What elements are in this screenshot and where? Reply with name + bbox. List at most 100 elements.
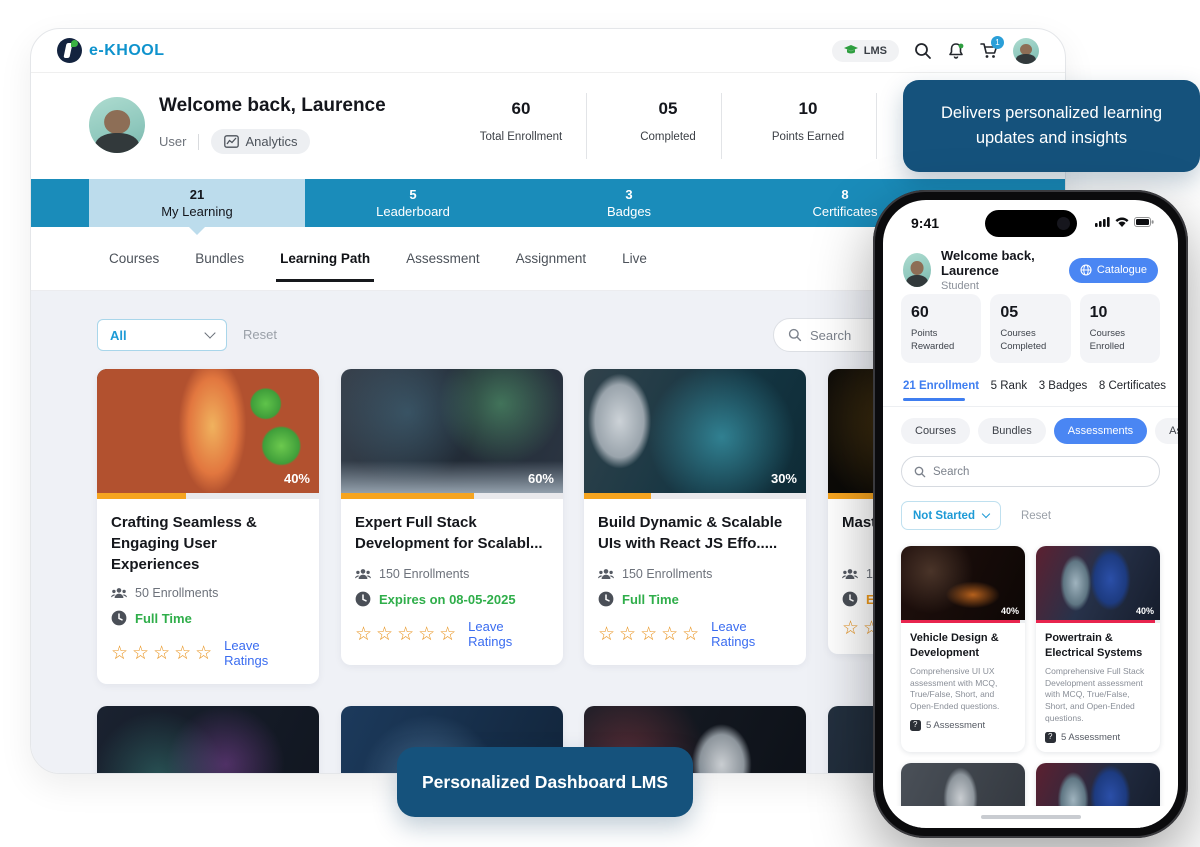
progress-percentage: 30% — [771, 471, 797, 486]
course-card[interactable]: 60% Expert Full Stack Development for Sc… — [341, 369, 563, 665]
phone-tab-rank[interactable]: 5 Rank — [991, 380, 1027, 401]
assessment-thumbnail: 40% — [1036, 546, 1160, 620]
cart-icon[interactable]: 1 — [980, 42, 998, 60]
phone-stat-enrolled: 10 Courses Enrolled — [1080, 294, 1160, 363]
phone-welcome-header: Welcome back, Laurence Student Catalogue — [903, 248, 1158, 292]
stat-label: Points Earned — [743, 131, 873, 143]
assessment-description: Comprehensive Full Stack Development ass… — [1045, 666, 1151, 725]
phone-tab-certificates[interactable]: 8 Certificates — [1099, 380, 1166, 401]
phone-search-input[interactable]: Search — [901, 456, 1160, 487]
stat-label: Completed — [603, 131, 733, 143]
dashboard-caption: Personalized Dashboard LMS — [397, 747, 693, 817]
profile-avatar[interactable] — [89, 97, 145, 153]
course-card[interactable]: 40% Crafting Seamless & Engaging User Ex… — [97, 369, 319, 684]
tab-label: Certificates — [812, 204, 877, 219]
subtab-bundles[interactable]: Bundles — [195, 241, 244, 276]
subtab-assignment[interactable]: Assignment — [516, 241, 587, 276]
phone-avatar[interactable] — [903, 253, 931, 287]
analytics-chart-icon — [224, 135, 239, 148]
phone-tab-badges[interactable]: 3 Badges — [1039, 380, 1088, 401]
chip-assessments[interactable]: Assessments — [1054, 418, 1147, 444]
enrollments-count: 150 Enrollments — [622, 567, 712, 581]
course-title: Build Dynamic & Scalable UIs with React … — [598, 512, 792, 556]
chip-courses[interactable]: Courses — [901, 418, 970, 444]
course-card[interactable]: 30% Build Dynamic & Scalable UIs with Re… — [584, 369, 806, 665]
chevron-down-icon — [204, 327, 215, 338]
chevron-down-icon — [982, 510, 990, 518]
rating-stars[interactable]: ☆☆☆☆☆ — [355, 625, 460, 644]
tab-count: 8 — [841, 187, 848, 202]
status-filter-dropdown[interactable]: Not Started — [901, 501, 1001, 530]
progress-percentage: 60% — [528, 471, 554, 486]
chip-bundles[interactable]: Bundles — [978, 418, 1046, 444]
phone-user-role: Student — [941, 280, 1069, 292]
rating-stars[interactable]: ☆☆☆☆☆ — [111, 644, 216, 663]
course-card[interactable] — [97, 706, 319, 774]
leave-ratings-link[interactable]: Leave Ratings — [711, 619, 792, 649]
assessment-count: 5 Assessment — [1061, 732, 1120, 743]
wifi-icon — [1115, 217, 1129, 227]
enrollments-icon — [598, 568, 614, 580]
reset-button[interactable]: Reset — [243, 327, 277, 342]
leave-ratings-link[interactable]: Leave Ratings — [224, 638, 305, 668]
divider — [721, 93, 722, 159]
course-title: Crafting Seamless & Engaging User Experi… — [111, 512, 305, 575]
subtab-learning-path[interactable]: Learning Path — [280, 241, 370, 276]
battery-icon — [1134, 217, 1154, 227]
filter-dropdown-value: All — [110, 328, 127, 343]
chip-assignments[interactable]: Assig — [1155, 418, 1178, 444]
user-avatar[interactable] — [1013, 38, 1039, 64]
stat-label: Points Rewarded — [911, 328, 971, 354]
user-role-label: User — [159, 134, 186, 149]
notifications-bell-icon[interactable] — [947, 42, 965, 60]
divider — [198, 134, 199, 150]
phone-tab-bar: 21 Enrollment 5 Rank 3 Badges 8 Certific… — [903, 380, 1166, 401]
feature-callout-text: Delivers personalized learning updates a… — [925, 101, 1178, 151]
divider — [876, 93, 877, 159]
brand-logo[interactable]: e-KHOOL — [57, 38, 165, 63]
phone-tab-enrollment[interactable]: 21 Enrollment — [903, 380, 979, 401]
assessment-card[interactable]: 40% Vehicle Design & Development Compreh… — [901, 546, 1025, 752]
graduation-cap-icon — [844, 45, 858, 56]
enrollments-icon — [355, 568, 371, 580]
subtab-courses[interactable]: Courses — [109, 241, 159, 276]
stat-completed: 05 Completed — [603, 99, 733, 143]
filter-dropdown[interactable]: All — [97, 319, 227, 351]
progress-percentage: 40% — [1136, 606, 1154, 616]
rating-stars[interactable]: ☆☆☆☆☆ — [598, 625, 703, 644]
phone-filter-chips: Courses Bundles Assessments Assig — [901, 418, 1178, 444]
stat-value: 10 — [1090, 304, 1150, 322]
tab-badges[interactable]: 3 Badges — [521, 179, 737, 227]
search-placeholder: Search — [810, 328, 851, 343]
phone-screen: 9:41 Welcome back, Laurence Student Cata… — [883, 200, 1178, 828]
assessment-card[interactable]: 40% Powertrain & Electrical Systems Comp… — [1036, 546, 1160, 752]
status-filter-value: Not Started — [913, 510, 975, 522]
leave-ratings-link[interactable]: Leave Ratings — [468, 619, 549, 649]
cart-badge: 1 — [991, 36, 1004, 49]
search-icon — [788, 328, 802, 342]
tab-my-learning[interactable]: 21 My Learning — [89, 179, 305, 227]
subtab-assessment[interactable]: Assessment — [406, 241, 480, 276]
stat-points-earned: 10 Points Earned — [743, 99, 873, 143]
stat-value: 05 — [1000, 304, 1060, 322]
feature-callout: Delivers personalized learning updates a… — [903, 80, 1200, 172]
subtab-live[interactable]: Live — [622, 241, 647, 276]
assessment-title: Vehicle Design & Development — [910, 631, 1016, 661]
progress-percentage: 40% — [284, 471, 310, 486]
tab-leaderboard[interactable]: 5 Leaderboard — [305, 179, 521, 227]
dashboard-caption-text: Personalized Dashboard LMS — [422, 772, 668, 793]
analytics-button[interactable]: Analytics — [211, 129, 310, 154]
cellular-signal-icon — [1095, 217, 1110, 227]
search-placeholder: Search — [933, 466, 969, 478]
clock-icon — [842, 591, 858, 607]
phone-reset-button[interactable]: Reset — [1021, 510, 1051, 522]
analytics-label: Analytics — [245, 134, 297, 149]
search-icon[interactable] — [914, 42, 932, 60]
lms-badge-label: LMS — [864, 45, 887, 57]
dynamic-island — [985, 210, 1077, 237]
home-indicator[interactable] — [981, 815, 1081, 819]
stat-value: 05 — [603, 99, 733, 119]
lms-badge[interactable]: LMS — [832, 40, 899, 62]
catalogue-button[interactable]: Catalogue — [1069, 258, 1158, 283]
course-thumbnail: 40% — [97, 369, 319, 493]
